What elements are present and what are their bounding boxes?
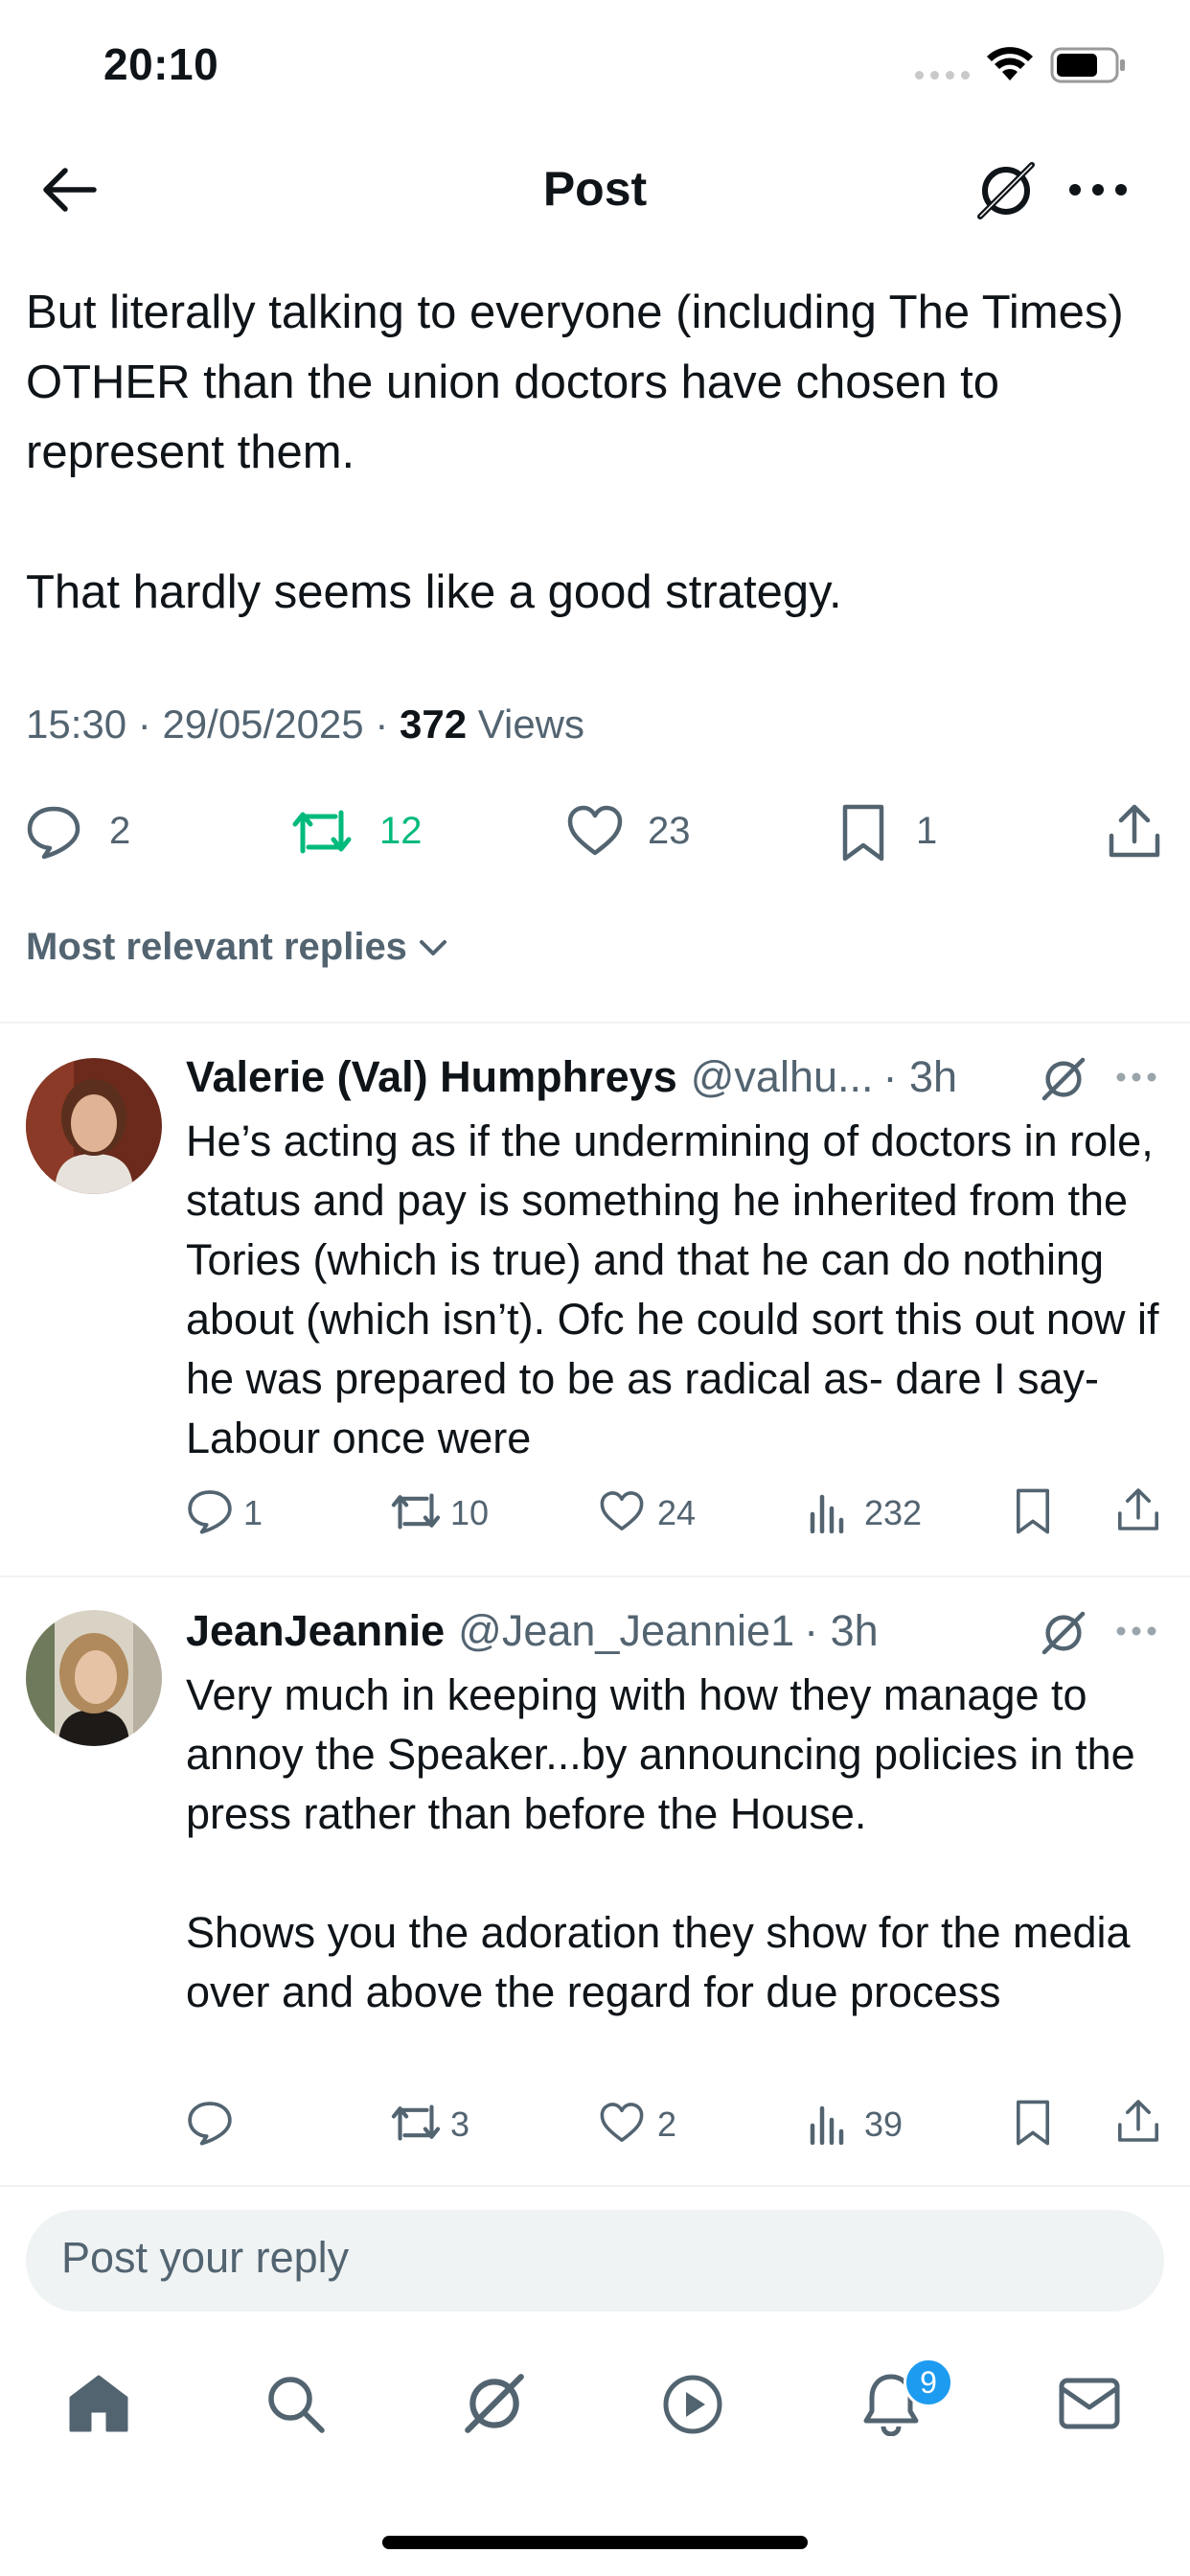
post-meta: 15:30 · 29/05/2025 · 372 Views bbox=[26, 702, 585, 747]
reply-author-name[interactable]: Valerie (Val) Humphreys bbox=[186, 1052, 677, 1102]
reply-button[interactable] bbox=[25, 803, 82, 861]
views-count: 39 bbox=[864, 2104, 904, 2144]
home-icon[interactable] bbox=[67, 2373, 130, 2434]
video-icon[interactable] bbox=[661, 2373, 724, 2436]
like-count: 23 bbox=[648, 810, 691, 852]
like-button[interactable] bbox=[598, 1489, 646, 1533]
search-icon[interactable] bbox=[264, 2373, 326, 2434]
reply-button[interactable] bbox=[186, 1487, 234, 1535]
bookmark-button[interactable] bbox=[839, 803, 887, 862]
post-time: 15:30 bbox=[26, 702, 127, 747]
share-icon[interactable] bbox=[1115, 1485, 1161, 1533]
reply-header: JeanJeannie @Jean_Jeannie1 · 3h bbox=[186, 1606, 879, 1656]
repost-count: 3 bbox=[450, 2104, 470, 2144]
reply-count: 2 bbox=[109, 810, 131, 852]
grok-icon[interactable] bbox=[460, 2369, 529, 2438]
sort-label: Most relevant replies bbox=[26, 926, 407, 968]
share-icon[interactable] bbox=[1106, 801, 1163, 861]
battery-icon bbox=[1050, 46, 1127, 84]
reply-text: Very much in keeping with how they manag… bbox=[186, 1670, 1135, 2016]
grok-icon[interactable] bbox=[973, 157, 1040, 224]
more-options-icon[interactable] bbox=[1067, 182, 1129, 197]
reply-button[interactable] bbox=[186, 2099, 234, 2147]
like-count: 24 bbox=[657, 1493, 697, 1532]
like-button[interactable] bbox=[565, 803, 625, 859]
views-icon[interactable] bbox=[807, 1487, 849, 1533]
reply-count: 1 bbox=[243, 1493, 263, 1532]
share-icon[interactable] bbox=[1115, 2097, 1161, 2145]
bookmark-button[interactable] bbox=[1014, 1487, 1052, 1535]
grok-icon[interactable] bbox=[1039, 1608, 1088, 1658]
reply-timestamp: · 3h bbox=[882, 1052, 958, 1101]
more-options-icon[interactable] bbox=[1115, 1625, 1157, 1637]
repost-button[interactable] bbox=[389, 1487, 443, 1535]
bookmark-count: 1 bbox=[916, 810, 938, 852]
views-count: 232 bbox=[864, 1493, 923, 1532]
notifications-badge: 9 bbox=[904, 2358, 953, 2407]
home-indicator[interactable] bbox=[382, 2536, 808, 2549]
reply-timestamp: · 3h bbox=[804, 1606, 879, 1655]
avatar[interactable] bbox=[26, 1058, 162, 1194]
divider bbox=[0, 2185, 1190, 2187]
sort-replies-dropdown[interactable]: Most relevant replies bbox=[26, 926, 449, 969]
reply-input-placeholder: Post your reply bbox=[61, 2233, 350, 2282]
repost-button[interactable] bbox=[389, 2099, 443, 2147]
divider bbox=[0, 1576, 1190, 1577]
repost-count: 10 bbox=[450, 1493, 490, 1532]
reply-author-handle[interactable]: @Jean_Jeannie1 bbox=[458, 1606, 794, 1656]
more-options-icon[interactable] bbox=[1115, 1071, 1157, 1083]
divider bbox=[0, 1022, 1190, 1024]
post-date: 29/05/2025 bbox=[162, 702, 364, 747]
avatar[interactable] bbox=[26, 1610, 162, 1746]
post-views-count: 372 bbox=[399, 702, 468, 747]
views-icon[interactable] bbox=[807, 2099, 849, 2145]
grok-icon[interactable] bbox=[1039, 1054, 1088, 1104]
like-button[interactable] bbox=[598, 2101, 646, 2145]
post-text: But literally talking to everyone (inclu… bbox=[26, 287, 1124, 618]
repost-button[interactable] bbox=[289, 803, 355, 861]
reply-text: He’s acting as if the undermining of doc… bbox=[186, 1116, 1159, 1462]
repost-count: 12 bbox=[379, 810, 423, 852]
cellular-signal-icon bbox=[915, 71, 970, 80]
post-views-label: Views bbox=[477, 702, 585, 747]
chevron-down-icon bbox=[417, 936, 449, 959]
messages-icon[interactable] bbox=[1058, 2377, 1121, 2430]
reply-author-name[interactable]: JeanJeannie bbox=[186, 1606, 445, 1656]
status-time: 20:10 bbox=[103, 39, 219, 89]
like-count: 2 bbox=[657, 2104, 677, 2144]
reply-author-handle[interactable]: @valhu... bbox=[691, 1052, 874, 1102]
reply-header: Valerie (Val) Humphreys @valhu... · 3h bbox=[186, 1052, 957, 1102]
bookmark-button[interactable] bbox=[1014, 2099, 1052, 2147]
wifi-icon bbox=[985, 44, 1035, 82]
